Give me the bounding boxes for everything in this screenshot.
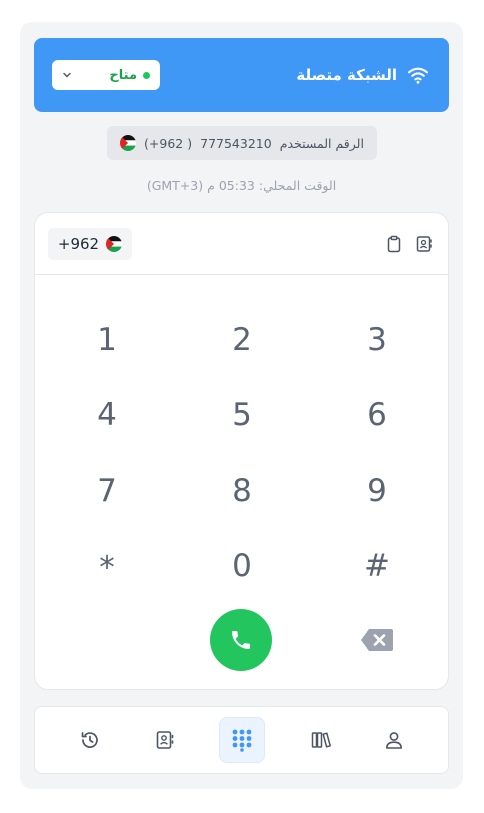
dial-input-row[interactable]: +962	[35, 213, 448, 275]
availability-select[interactable]: متاح	[52, 60, 160, 90]
backspace-icon[interactable]	[360, 627, 394, 653]
books-icon	[311, 732, 331, 748]
key-hash[interactable]: #	[337, 540, 417, 592]
key-9[interactable]: 9	[337, 465, 417, 517]
nav-history[interactable]	[67, 717, 113, 763]
key-3[interactable]: 3	[337, 314, 417, 366]
key-6[interactable]: 6	[337, 389, 417, 441]
user-number-pill: الرقم المستخدم 777543210 ( 962+)	[107, 126, 377, 160]
country-code-selector[interactable]: +962	[48, 228, 132, 260]
local-time: الوقت المحلي: 05:33 م (GMT+3)	[20, 178, 463, 193]
available-dot-icon	[143, 71, 150, 79]
key-4[interactable]: 4	[67, 389, 147, 441]
local-time-value: 05:33 م	[207, 178, 255, 193]
key-2[interactable]: 2	[202, 314, 282, 366]
dialpad-icon	[232, 729, 252, 752]
local-time-zone: (GMT+3)	[146, 178, 204, 193]
nav-profile[interactable]	[371, 717, 417, 763]
availability-value: متاح	[109, 68, 150, 83]
contacts-icon	[156, 731, 174, 749]
user-number: 777543210	[200, 135, 272, 151]
clipboard-icon[interactable]	[385, 235, 403, 253]
country-code: +962	[57, 235, 100, 253]
jordan-flag-icon	[106, 236, 123, 252]
network-status: الشبكة متصلة	[296, 38, 429, 112]
phone-icon	[232, 631, 250, 649]
key-7[interactable]: 7	[67, 465, 147, 517]
nav-library[interactable]	[298, 717, 344, 763]
jordan-flag-icon	[120, 135, 137, 151]
address-book-icon[interactable]	[415, 235, 433, 253]
key-8[interactable]: 8	[202, 465, 282, 517]
chevron-down-icon	[63, 72, 71, 78]
nav-dialpad[interactable]	[219, 717, 265, 763]
key-5[interactable]: 5	[202, 389, 282, 441]
user-number-label: الرقم المستخدم	[279, 135, 364, 151]
network-status-bar: الشبكة متصلة متاح	[34, 38, 449, 112]
nav-contacts[interactable]	[142, 717, 188, 763]
softphone-panel: الشبكة متصلة متاح الرقم المستخدم 7775432…	[20, 22, 463, 789]
call-button[interactable]	[210, 609, 272, 671]
availability-label: متاح	[109, 67, 137, 83]
user-country-code: ( 962+)	[144, 135, 193, 151]
wifi-icon	[408, 67, 428, 84]
key-1[interactable]: 1	[67, 314, 147, 366]
key-star[interactable]: *	[67, 542, 147, 594]
bottom-navigation	[34, 706, 449, 774]
history-icon	[81, 732, 98, 748]
network-status-text: الشبكة متصلة	[296, 66, 397, 84]
local-time-label: الوقت المحلي:	[258, 178, 337, 193]
key-0[interactable]: 0	[202, 540, 282, 592]
dialer-card: +962 1 2 3 4 5 6 7 8 9 * 0 #	[34, 212, 449, 690]
profile-icon	[386, 732, 402, 749]
